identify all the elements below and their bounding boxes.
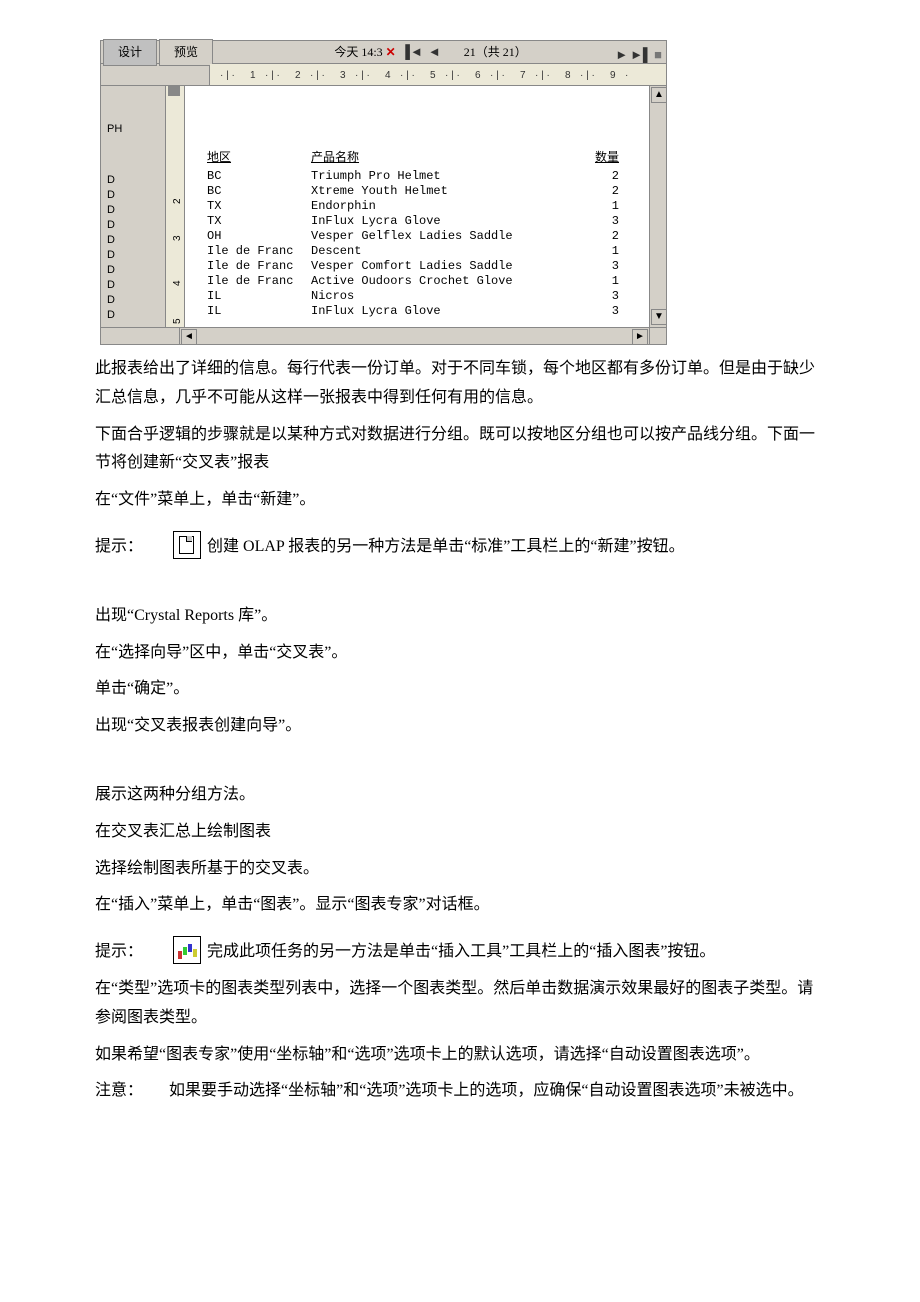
paragraph: 展示这两种分组方法。 bbox=[95, 781, 825, 810]
paragraph: 如果希望“图表专家”使用“坐标轴”和“选项”选项卡上的默认选项，请选择“自动设置… bbox=[95, 1041, 825, 1070]
section-labels: PH D D D D D D D D D D bbox=[101, 86, 166, 327]
table-row: Ile de FrancVesper Comfort Ladies Saddle… bbox=[185, 256, 649, 271]
paragraph: 出现“Crystal Reports 库”。 bbox=[95, 602, 825, 631]
new-file-icon bbox=[173, 531, 201, 559]
paragraph: 下面合乎逻辑的步骤就是以某种方式对数据进行分组。既可以按地区分组也可以按产品线分… bbox=[95, 421, 825, 479]
paragraph: 在“文件”菜单上，单击“新建”。 bbox=[95, 486, 825, 515]
section-ph: PH bbox=[107, 120, 122, 140]
tip-text: 完成此项任务的另一方法是单击“插入工具”工具栏上的“插入图表”按钮。 bbox=[207, 938, 715, 967]
paragraph: 单击“确定”。 bbox=[95, 675, 825, 704]
table-row: Ile de FrancActive Oudoors Crochet Glove… bbox=[185, 271, 649, 286]
note-label: 注意： bbox=[95, 1082, 143, 1099]
report-body: 地区 产品名称 数量 BCTriumph Pro Helmet2BCXtreme… bbox=[185, 86, 649, 327]
scroll-up-icon[interactable]: ▲ bbox=[651, 87, 667, 103]
note-row: 注意： 如果要手动选择“坐标轴”和“选项”选项卡上的选项，应确保“自动设置图表选… bbox=[95, 1077, 825, 1106]
tip-row: 提示： 创建 OLAP 报表的另一种方法是单击“标准”工具栏上的“新建”按钮。 bbox=[95, 533, 825, 562]
table-row: OHVesper Gelflex Ladies Saddle2 bbox=[185, 226, 649, 241]
tab-preview[interactable]: 预览 bbox=[159, 39, 213, 67]
tip-label: 提示： bbox=[95, 938, 143, 967]
header-date: 今天 14:3 bbox=[334, 45, 382, 59]
paragraph: 在交叉表汇总上绘制图表 bbox=[95, 818, 825, 847]
scroll-right-icon[interactable]: ► bbox=[632, 329, 648, 345]
table-row: TXEndorphin1 bbox=[185, 196, 649, 211]
paragraph: 选择绘制图表所基于的交叉表。 bbox=[95, 855, 825, 884]
paragraph: 在“插入”菜单上，单击“图表”。显示“图表专家”对话框。 bbox=[95, 891, 825, 920]
last-icon[interactable]: ►▌ bbox=[630, 43, 652, 66]
next-icon[interactable]: ► bbox=[615, 43, 628, 66]
vertical-scrollbar[interactable]: ▲ ▼ bbox=[649, 86, 666, 327]
cell-product: InFlux Lycra Glove bbox=[311, 301, 441, 323]
table-row: ILInFlux Lycra Glove3 bbox=[185, 301, 649, 316]
tip-row: 提示： 完成此项任务的另一方法是单击“插入工具”工具栏上的“插入图表”按钮。 bbox=[95, 938, 825, 967]
cell-qty: 3 bbox=[612, 301, 619, 323]
close-icon[interactable]: ✕ bbox=[386, 45, 396, 59]
chart-icon bbox=[173, 936, 201, 964]
tab-design[interactable]: 设计 bbox=[103, 39, 157, 67]
stop-icon[interactable]: ■ bbox=[654, 43, 662, 66]
tip-text: 创建 OLAP 报表的另一种方法是单击“标准”工具栏上的“新建”按钮。 bbox=[207, 533, 685, 562]
scroll-left-icon[interactable]: ◄ bbox=[181, 329, 197, 345]
horizontal-scrollbar[interactable]: ◄ ► bbox=[101, 327, 666, 344]
paragraph: 在“类型”选项卡的图表类型列表中，选择一个图表类型。然后单击数据演示效果最好的图… bbox=[95, 975, 825, 1033]
paragraph: 出现“交叉表报表创建向导”。 bbox=[95, 712, 825, 741]
table-row: TXInFlux Lycra Glove3 bbox=[185, 211, 649, 226]
prev-icon[interactable]: ◄ bbox=[428, 44, 441, 59]
scroll-down-icon[interactable]: ▼ bbox=[651, 309, 667, 325]
vertical-ruler: 2 3 4 5 bbox=[166, 86, 185, 327]
tab-bar: 设计 预览 今天 14:3 ✕ ▐◄ ◄ 21（共 21） ► ►▌ ■ bbox=[101, 41, 666, 64]
paragraph: 在“选择向导”区中，单击“交叉表”。 bbox=[95, 639, 825, 668]
note-text: 如果要手动选择“坐标轴”和“选项”选项卡上的选项，应确保“自动设置图表选项”未被… bbox=[169, 1082, 804, 1099]
page-counter: 21（共 21） bbox=[464, 45, 527, 59]
paragraph: 此报表给出了详细的信息。每行代表一份订单。对于不同车锁，每个地区都有多份订单。但… bbox=[95, 355, 825, 413]
horizontal-ruler: · | · 1 · | · 2 · | · 3 · | · 4 · | · 5 … bbox=[101, 64, 666, 86]
report-preview-screenshot: 设计 预览 今天 14:3 ✕ ▐◄ ◄ 21（共 21） ► ►▌ ■ · |… bbox=[100, 40, 667, 345]
table-row: BCTriumph Pro Helmet2 bbox=[185, 166, 649, 181]
tip-label: 提示： bbox=[95, 533, 143, 562]
table-row: ILNicros3 bbox=[185, 286, 649, 301]
table-row: Ile de FrancDescent1 bbox=[185, 241, 649, 256]
section-d: D bbox=[107, 306, 115, 326]
first-icon[interactable]: ▐◄ bbox=[401, 44, 423, 59]
cell-region: IL bbox=[207, 301, 221, 323]
table-row: BCXtreme Youth Helmet2 bbox=[185, 181, 649, 196]
